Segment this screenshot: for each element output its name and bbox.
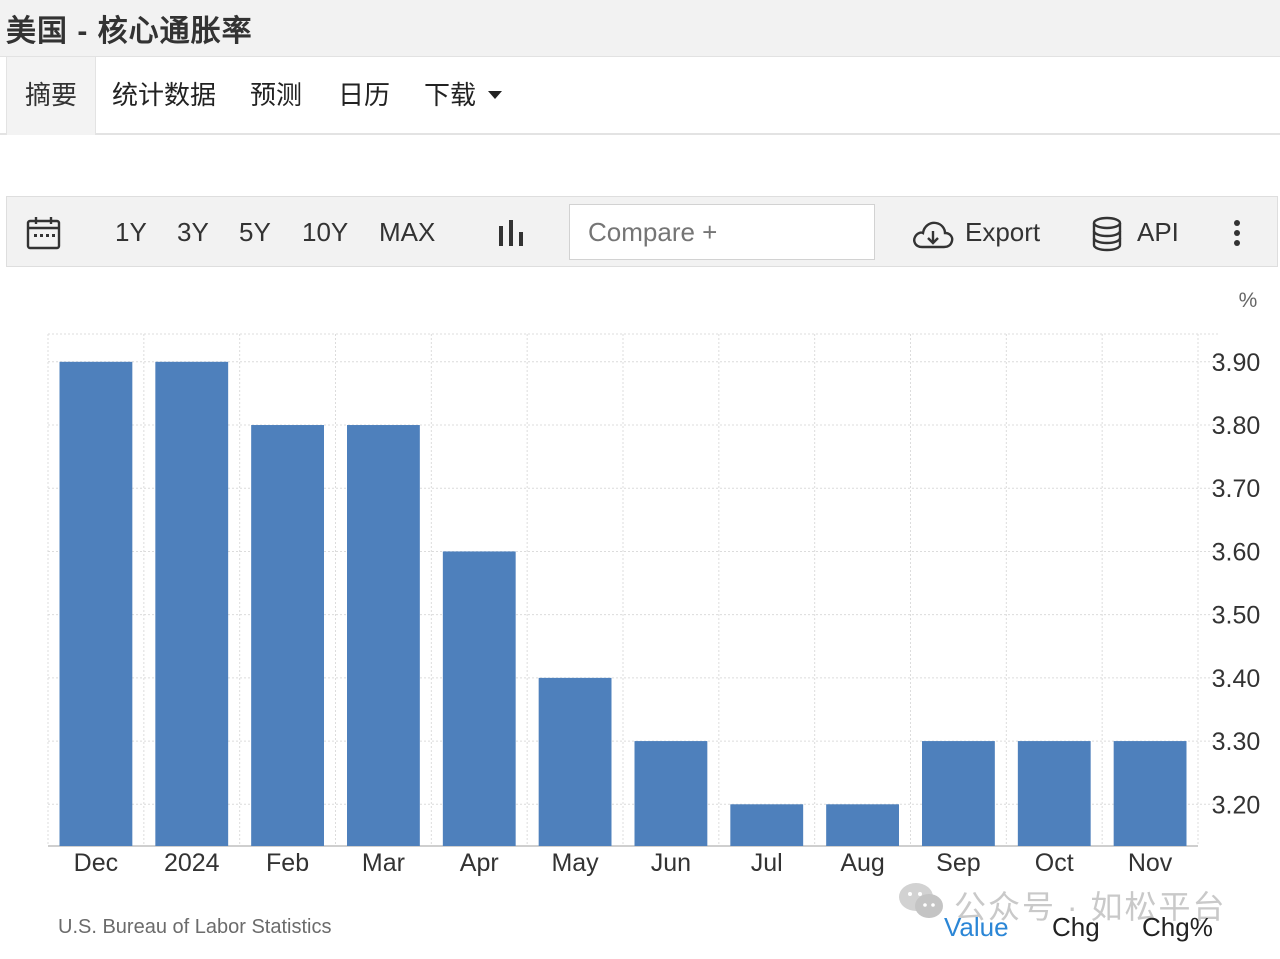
y-tick-label: 3.50 — [1212, 602, 1261, 630]
y-tick-label: 3.20 — [1212, 791, 1261, 819]
compare-input[interactable] — [569, 204, 875, 260]
y-tick-label: 3.70 — [1212, 475, 1261, 503]
bar-jun[interactable] — [634, 741, 708, 846]
x-tick-label: Mar — [362, 849, 405, 877]
bar-aug[interactable] — [826, 804, 899, 846]
bar-dec[interactable] — [59, 361, 133, 846]
tab-download-label: 下载 — [424, 80, 477, 110]
api-button[interactable]: API — [1091, 197, 1179, 268]
y-tick-label: 3.30 — [1212, 728, 1261, 756]
chart-toolbar: 1Y 3Y 5Y 10Y MAX Export API — [6, 196, 1278, 267]
x-axis-labels: Dec 2024 Feb Mar Apr May Jun Jul Aug Sep Oct Nov — [74, 849, 1173, 877]
x-tick-label: May — [551, 849, 599, 877]
y-axis-unit: % — [1239, 289, 1258, 312]
bar-jul[interactable] — [730, 804, 804, 846]
x-tick-label: Feb — [266, 849, 309, 877]
bar-mar[interactable] — [347, 425, 420, 846]
tab-summary[interactable]: 摘要 — [6, 57, 96, 135]
range-5y-button[interactable]: 5Y — [239, 197, 271, 268]
x-tick-label: Nov — [1128, 849, 1173, 877]
title-bar: 美国 - 核心通胀率 — [0, 0, 1280, 57]
bar-may[interactable] — [538, 677, 612, 846]
calendar-icon[interactable] — [25, 215, 63, 251]
bar-feb[interactable] — [251, 425, 324, 846]
x-tick-label: 2024 — [164, 849, 220, 877]
y-tick-label: 3.80 — [1212, 412, 1261, 440]
x-tick-label: Jun — [651, 849, 691, 877]
chg-percent-link[interactable]: Chg% — [1142, 912, 1213, 943]
tab-bar: 摘要 统计数据 预测 日历 下载 — [0, 57, 1280, 135]
tab-forecast[interactable]: 预测 — [250, 57, 302, 133]
export-button[interactable]: Export — [911, 197, 1040, 268]
api-label: API — [1137, 217, 1179, 247]
chevron-down-icon — [488, 91, 503, 100]
bar-chart-icon[interactable] — [497, 218, 525, 248]
bar-sep[interactable] — [922, 741, 995, 846]
data-source: U.S. Bureau of Labor Statistics — [58, 916, 332, 938]
chg-link[interactable]: Chg — [1052, 912, 1100, 943]
y-tick-label: 3.90 — [1212, 349, 1261, 377]
chart-area: 3.20 3.30 3.40 3.50 3.60 3.70 3.80 3.90 Dec 2024… — [0, 268, 1280, 954]
export-label: Export — [965, 217, 1041, 247]
range-3y-button[interactable]: 3Y — [177, 197, 209, 268]
tab-calendar[interactable]: 日历 — [338, 57, 390, 133]
y-tick-label: 3.40 — [1212, 665, 1261, 693]
value-link[interactable]: Value — [944, 912, 1009, 943]
range-1y-button[interactable]: 1Y — [115, 197, 147, 268]
x-tick-label: Oct — [1035, 849, 1074, 877]
y-tick-label: 3.60 — [1212, 538, 1261, 566]
cloud-download-icon — [913, 221, 954, 249]
wechat-icon — [899, 883, 943, 918]
tab-statistics[interactable]: 统计数据 — [112, 57, 216, 133]
vertical-ellipsis-icon[interactable] — [1233, 219, 1241, 247]
page-title: 美国 - 核心通胀率 — [6, 15, 253, 48]
range-max-button[interactable]: MAX — [379, 197, 435, 268]
database-icon — [1092, 216, 1122, 252]
x-tick-label: Dec — [74, 849, 118, 877]
bar-2024[interactable] — [155, 361, 229, 846]
bar-oct[interactable] — [1017, 741, 1091, 846]
bar-chart: 3.20 3.30 3.40 3.50 3.60 3.70 3.80 3.90 Dec 2024… — [47, 289, 1261, 877]
y-axis-labels: 3.20 3.30 3.40 3.50 3.60 3.70 3.80 3.90 — [1212, 349, 1261, 819]
range-10y-button[interactable]: 10Y — [302, 197, 348, 268]
x-tick-label: Apr — [460, 849, 499, 877]
bar-apr[interactable] — [442, 551, 516, 846]
tab-download[interactable]: 下载 — [424, 57, 503, 133]
bar-nov[interactable] — [1113, 741, 1187, 846]
x-tick-label: Jul — [751, 849, 783, 877]
x-tick-label: Aug — [840, 849, 884, 877]
x-tick-label: Sep — [936, 849, 980, 877]
